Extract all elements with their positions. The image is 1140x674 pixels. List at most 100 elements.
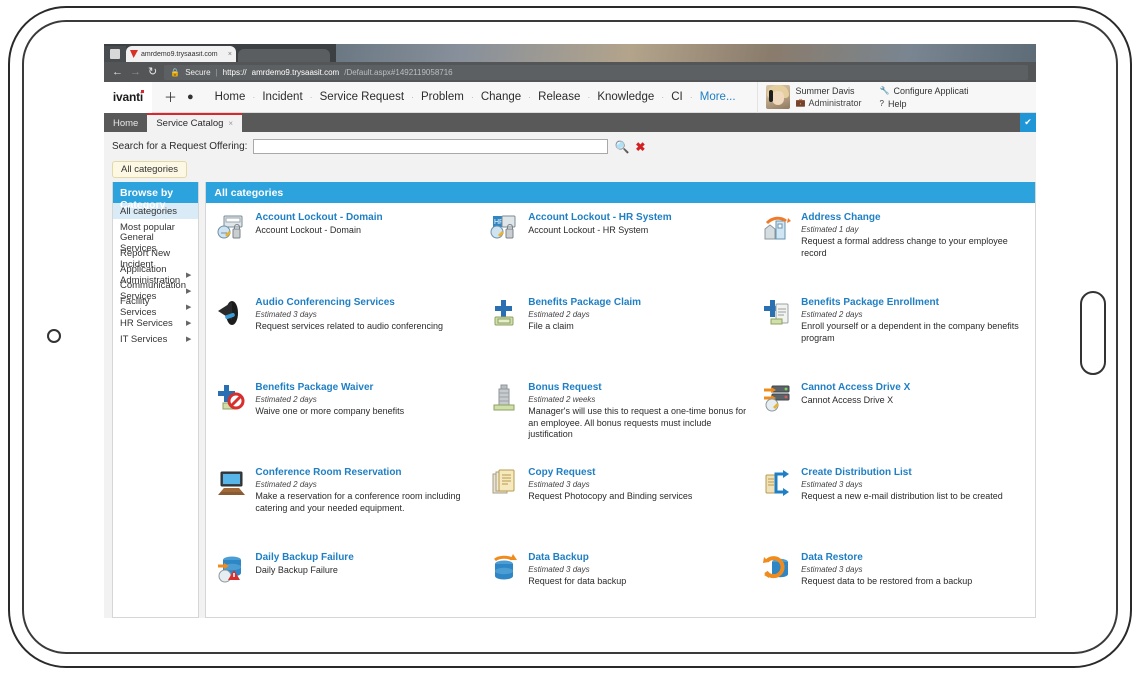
offering-estimate: Estimated 2 days (801, 309, 1029, 320)
offering-card[interactable]: Benefits Package ClaimEstimated 2 daysFi… (489, 296, 756, 381)
offering-body: Data RestoreEstimated 3 daysRequest data… (801, 551, 1029, 628)
sidebar-item-label: Most popular (120, 222, 175, 233)
offering-title[interactable]: Bonus Request (528, 381, 756, 394)
sidebar-item-facility-services[interactable]: Facility Services ▶ (113, 299, 198, 315)
offering-card[interactable]: HRAccount Lockout - HR SystemAccount Loc… (489, 211, 756, 296)
offering-body: Conference Room ReservationEstimated 2 d… (255, 466, 483, 551)
offering-estimate: Estimated 3 days (801, 479, 1029, 490)
daily-backup-failure-icon (216, 551, 248, 628)
offering-card[interactable]: Conference Room ReservationEstimated 2 d… (216, 466, 483, 551)
tab-home[interactable]: Home (104, 115, 147, 132)
nav-item-ci[interactable]: CI (664, 91, 690, 103)
check-icon: ✔ (1024, 117, 1032, 128)
offering-description: Manager's will use this to request a one… (528, 406, 756, 441)
ivanti-logo[interactable]: ivanti (104, 82, 152, 113)
content-title: All categories (206, 182, 1035, 203)
offering-title[interactable]: Data Backup (528, 551, 756, 564)
sidebar-title: Browse by Category (113, 182, 198, 203)
offering-card[interactable]: Bonus RequestEstimated 2 weeksManager's … (489, 381, 756, 466)
account-lockout-domain-icon (216, 211, 248, 296)
offering-description: Account Lockout - Domain (255, 225, 483, 237)
back-icon[interactable]: ← (112, 67, 123, 78)
offering-card[interactable]: Benefits Package WaiverEstimated 2 daysW… (216, 381, 483, 466)
offering-card[interactable]: Data RestoreEstimated 3 daysRequest data… (762, 551, 1029, 628)
help-link[interactable]: ? Help (880, 99, 969, 109)
offering-description: Request a new e-mail distribution list t… (801, 491, 1029, 503)
offering-title[interactable]: Create Distribution List (801, 466, 1029, 479)
browser-new-tab-area[interactable] (238, 49, 330, 62)
offering-body: Benefits Package ClaimEstimated 2 daysFi… (528, 296, 756, 381)
offering-estimate: Estimated 2 weeks (528, 394, 756, 405)
browser-tab-close-icon[interactable]: × (228, 51, 232, 58)
sidebar-item-it-services[interactable]: IT Services ▶ (113, 331, 198, 347)
offering-body: Bonus RequestEstimated 2 weeksManager's … (528, 381, 756, 466)
offering-grid: Account Lockout - DomainAccount Lockout … (206, 203, 1035, 628)
offering-card[interactable]: Daily Backup FailureDaily Backup Failure (216, 551, 483, 628)
address-bar[interactable]: 🔒 Secure | https://amrdemo9.trysaasit.co… (164, 65, 1028, 80)
device-side-button[interactable] (1080, 291, 1106, 375)
data-restore-icon (762, 551, 794, 628)
nav-item-release[interactable]: Release (531, 91, 587, 103)
offering-title[interactable]: Data Restore (801, 551, 1029, 564)
offering-title[interactable]: Benefits Package Waiver (255, 381, 483, 394)
tab-close-icon[interactable]: × (228, 119, 233, 128)
sidebar-item-all-categories[interactable]: All categories (113, 203, 198, 219)
offering-card[interactable]: Copy RequestEstimated 3 daysRequest Phot… (489, 466, 756, 551)
configure-application-label: Configure Applicati (894, 86, 969, 96)
user-role-row: 💼 Administrator (796, 97, 862, 109)
breadcrumb[interactable]: All categories (112, 161, 187, 178)
nav-item-knowledge[interactable]: Knowledge (590, 91, 661, 103)
offering-card[interactable]: Data BackupEstimated 3 daysRequest for d… (489, 551, 756, 628)
browser-system-menu-button[interactable] (104, 46, 126, 62)
user-menu[interactable]: Summer Davis 💼 Administrator (757, 82, 862, 113)
browser-tab[interactable]: amrdemo9.trysaasit.com × (126, 46, 236, 62)
offering-description: Request for data backup (528, 576, 756, 588)
search-input[interactable] (253, 139, 608, 154)
offering-title[interactable]: Cannot Access Drive X (801, 381, 1029, 394)
offering-title[interactable]: Audio Conferencing Services (255, 296, 483, 309)
add-icon[interactable]: ＋ (164, 91, 177, 104)
offering-title[interactable]: Benefits Package Enrollment (801, 296, 1029, 309)
nav-item-incident[interactable]: Incident (255, 91, 309, 103)
nav-item-change[interactable]: Change (474, 91, 528, 103)
offering-title[interactable]: Address Change (801, 211, 1029, 224)
offering-card[interactable]: Account Lockout - DomainAccount Lockout … (216, 211, 483, 296)
distribution-list-icon (762, 466, 794, 551)
nav-item-more[interactable]: More... (693, 91, 743, 103)
clear-search-icon[interactable]: ✖ (635, 141, 645, 153)
offering-description: File a claim (528, 321, 756, 333)
workspace-tabbar: Home Service Catalog × ✔ (104, 113, 1036, 132)
offering-description: Request services related to audio confer… (255, 321, 483, 333)
conference-room-icon (216, 466, 248, 551)
offering-card[interactable]: Audio Conferencing ServicesEstimated 3 d… (216, 296, 483, 381)
offering-description: Make a reservation for a conference room… (255, 491, 483, 514)
offering-card[interactable]: Cannot Access Drive XCannot Access Drive… (762, 381, 1029, 466)
secure-label: Secure (185, 68, 210, 77)
sidebar-item-label: IT Services (120, 334, 167, 345)
offering-title[interactable]: Copy Request (528, 466, 756, 479)
offering-title[interactable]: Daily Backup Failure (255, 551, 483, 564)
favicon-icon (130, 50, 138, 58)
chevron-right-icon: ▶ (186, 319, 191, 327)
offering-title[interactable]: Account Lockout - Domain (255, 211, 483, 224)
nav-item-service-request[interactable]: Service Request (313, 91, 411, 103)
tab-service-catalog[interactable]: Service Catalog × (147, 113, 242, 132)
nav-item-problem[interactable]: Problem (414, 91, 471, 103)
configure-application-link[interactable]: 🔧 Configure Applicati (880, 86, 969, 96)
tabbar-action-button[interactable]: ✔ (1020, 113, 1036, 132)
search-icon[interactable]: 🔍 (614, 141, 629, 153)
chevron-right-icon: ▶ (186, 303, 191, 311)
url-scheme: https:// (223, 68, 247, 77)
chat-icon[interactable]: ● (187, 92, 194, 103)
offering-card[interactable]: Benefits Package EnrollmentEstimated 2 d… (762, 296, 1029, 381)
offering-card[interactable]: Create Distribution ListEstimated 3 days… (762, 466, 1029, 551)
reload-icon[interactable]: ↻ (148, 67, 157, 78)
offering-title[interactable]: Conference Room Reservation (255, 466, 483, 479)
offering-title[interactable]: Benefits Package Claim (528, 296, 756, 309)
device-home-button[interactable] (47, 329, 61, 343)
sidebar-item-label: HR Services (120, 318, 173, 329)
chevron-right-icon: ▶ (186, 287, 191, 295)
nav-item-home[interactable]: Home (208, 91, 253, 103)
offering-title[interactable]: Account Lockout - HR System (528, 211, 756, 224)
offering-card[interactable]: Address ChangeEstimated 1 dayRequest a f… (762, 211, 1029, 296)
